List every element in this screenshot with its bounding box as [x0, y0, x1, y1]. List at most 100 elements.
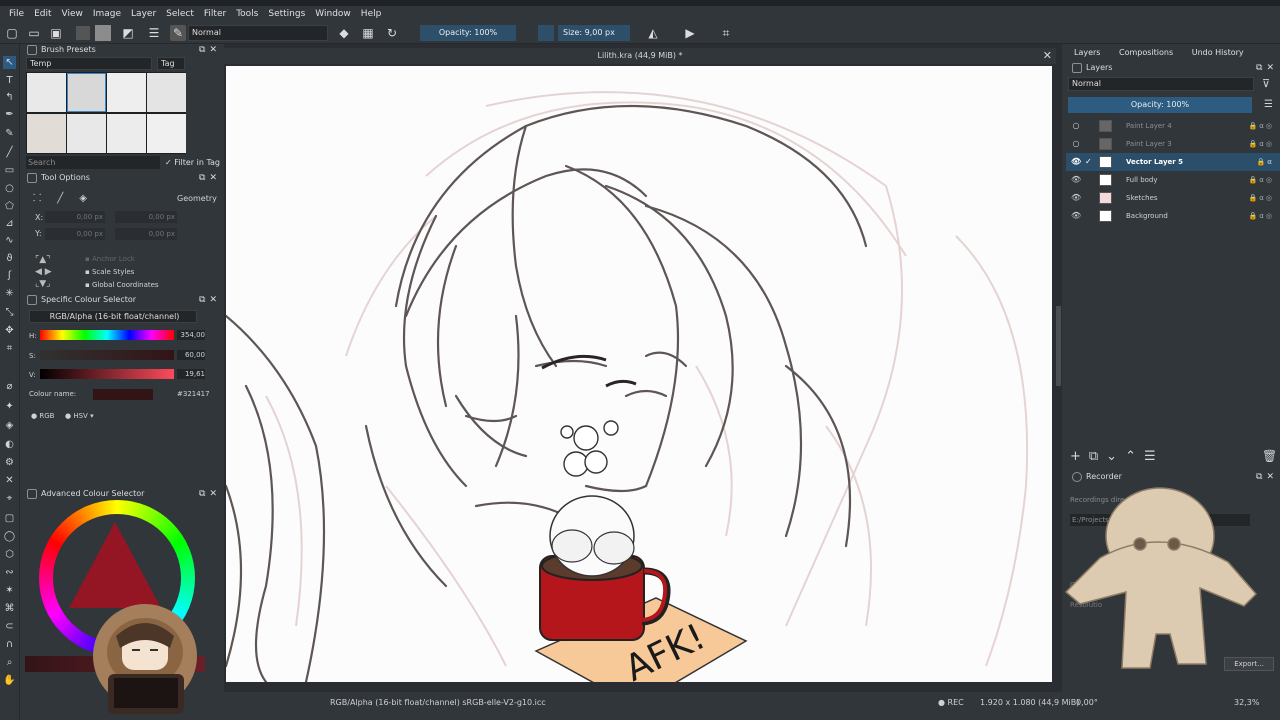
brush-preset-ink[interactable] [27, 114, 66, 153]
crop-icon[interactable]: ⌗ [718, 25, 734, 41]
value-slider[interactable] [40, 369, 174, 379]
dynamic-brush-tool-icon[interactable]: ʃ [3, 269, 16, 282]
tab-layers[interactable]: Layers [1074, 48, 1100, 57]
contiguous-select-icon[interactable]: ✶ [3, 584, 16, 597]
dock-float-close-icon[interactable]: ⧉✕ [199, 44, 221, 56]
brush-preset-airbrush[interactable] [67, 73, 106, 112]
layer-row[interactable]: 👁 Background 🔒α◎ [1066, 207, 1280, 225]
ellipse-tool-icon[interactable]: ○ [3, 182, 16, 195]
bezier-tool-icon[interactable]: ∿ [3, 234, 16, 247]
gradient-tool-icon[interactable]: ◐ [3, 438, 16, 451]
layer-row-selected[interactable]: 👁 ✓ Vector Layer 5 🔒α [1066, 153, 1280, 171]
size-slider[interactable]: Size: 9,00 px [558, 25, 630, 41]
close-document-icon[interactable]: ✕ [1043, 48, 1052, 64]
brush-tool-icon[interactable]: ✎ [3, 127, 16, 140]
crop-tool-icon[interactable]: ⌗ [3, 342, 16, 355]
layer-lock-alpha-icons[interactable]: 🔒α [1256, 153, 1274, 171]
text-tool-icon[interactable]: T [3, 74, 16, 87]
global-coords-checkbox[interactable]: ▪ Global Coordinates [85, 281, 159, 289]
open-folder-icon[interactable]: ▭ [26, 25, 42, 41]
magnetic-select-icon[interactable]: ∩ [3, 638, 16, 651]
x-field-2[interactable]: 0,00 px [115, 211, 177, 223]
reload-preset-icon[interactable]: ↻ [384, 25, 400, 41]
layer-menu-icon[interactable]: ☰ [1264, 99, 1273, 110]
anchor-lock-checkbox[interactable]: ▪ Anchor Lock [85, 255, 135, 263]
layer-blend-select[interactable]: Normal [1068, 77, 1254, 91]
menu-help[interactable]: Help [356, 9, 387, 19]
fg-bg-colour-icon[interactable]: ◩ [120, 25, 136, 41]
new-document-icon[interactable]: ▢ [4, 25, 20, 41]
move-tool-icon[interactable]: ✥ [3, 324, 16, 337]
polygon-tool-icon[interactable]: ⬠ [3, 200, 16, 213]
status-rotation[interactable]: 0,00° [1076, 698, 1098, 707]
freehand-path-tool-icon[interactable]: ϑ [3, 252, 16, 265]
select-shapes-tool-icon[interactable]: ↖ [3, 56, 16, 69]
freehand-select-icon[interactable]: ∾ [3, 566, 16, 579]
y-field-1[interactable]: 0,00 px [45, 228, 105, 240]
delete-layer-icon[interactable]: 🗑 [1262, 449, 1277, 463]
layer-lock-alpha-icons[interactable]: 🔒α◎ [1249, 207, 1274, 225]
transform-tool-icon[interactable]: ⤡ [3, 306, 16, 319]
menu-image[interactable]: Image [88, 9, 126, 19]
anchor-grid[interactable]: ⌜▲⌝ ◀ ▶ ⌞▼⌟ [35, 254, 71, 290]
menu-settings[interactable]: Settings [263, 9, 310, 19]
layer-actions-toolbar[interactable]: +⧉⌄⌃☰ [1070, 449, 1164, 464]
smart-patch-icon[interactable]: ✦ [3, 400, 16, 413]
visibility-eye-icon[interactable]: 👁 [1071, 207, 1081, 225]
layer-row[interactable]: 👁 Full body 🔒α◎ [1066, 171, 1280, 189]
mirror-horizontal-icon[interactable]: ◭ [645, 25, 661, 41]
layer-lock-alpha-icons[interactable]: 🔒α◎ [1249, 189, 1274, 207]
tool-option-mode-icons[interactable]: ⸬╱◈ [33, 190, 103, 204]
brush-preset-soft[interactable] [147, 114, 186, 153]
hsv-radio[interactable]: ● HSV ▾ [65, 412, 94, 420]
calligraphy-tool-icon[interactable]: ✒ [3, 108, 16, 121]
brush-preset-brushpen[interactable] [107, 114, 146, 153]
menu-select[interactable]: Select [161, 9, 199, 19]
layer-lock-alpha-icons[interactable]: 🔒α◎ [1249, 135, 1274, 153]
reference-tool-icon[interactable]: ⌖ [3, 492, 16, 505]
preserve-alpha-icon[interactable]: ▦ [360, 25, 376, 41]
mirror-vertical-icon[interactable]: ▶ [682, 25, 698, 41]
layer-row[interactable]: ○ Paint Layer 4 🔒α◎ [1066, 117, 1280, 135]
v-value[interactable]: 19,61 [177, 369, 205, 379]
zoom-tool-icon[interactable]: ⌕ [3, 656, 16, 669]
brush-preset-pencil[interactable] [107, 73, 146, 112]
colour-hex[interactable]: #321417 [177, 390, 210, 398]
tab-compositions[interactable]: Compositions [1119, 48, 1173, 57]
layer-row[interactable]: ○ Paint Layer 3 🔒α◎ [1066, 135, 1280, 153]
brush-search-input[interactable]: Search [26, 156, 160, 169]
blend-mode-select[interactable]: Normal [188, 25, 328, 41]
h-value[interactable]: 354,00 [177, 330, 205, 340]
visibility-eye-icon[interactable]: 👁 [1071, 153, 1081, 171]
bezier-select-icon[interactable]: ⊂ [3, 620, 16, 633]
edit-shapes-tool-icon[interactable]: ↰ [3, 91, 16, 104]
gradient-swatch-icon[interactable] [95, 25, 111, 41]
assistant-tool-icon[interactable]: ⚙ [3, 456, 16, 469]
opacity-slider[interactable]: Opacity: 100% [420, 25, 516, 41]
edit-brush-icon[interactable]: ☰ [146, 25, 162, 41]
layer-lock-alpha-icons[interactable]: 🔒α◎ [1249, 117, 1274, 135]
polyline-tool-icon[interactable]: ⊿ [3, 217, 16, 230]
brush-preset-icon[interactable]: ✎ [170, 25, 186, 41]
measure-tool-icon[interactable]: ✕ [3, 474, 16, 487]
document-tab[interactable]: Lilith.kra (44,9 MiB) * ✕ [224, 48, 1056, 64]
rect-select-icon[interactable]: ▢ [3, 512, 16, 525]
ellipse-select-icon[interactable]: ◯ [3, 530, 16, 543]
x-field-1[interactable]: 0,00 px [45, 211, 105, 223]
brush-tag-select[interactable]: Temp [26, 57, 152, 70]
rectangle-tool-icon[interactable]: ▭ [3, 164, 16, 177]
layer-row[interactable]: 👁 Sketches 🔒α◎ [1066, 189, 1280, 207]
status-zoom[interactable]: 32,3% [1234, 698, 1259, 707]
tag-button[interactable]: Tag [157, 57, 185, 70]
dock-float-close-icon[interactable]: ⧉✕ [199, 488, 221, 500]
save-icon[interactable]: ▣ [48, 25, 64, 41]
filter-in-tag-checkbox[interactable]: ✓ Filter in Tag [165, 156, 220, 169]
brush-preset-fineliner[interactable] [67, 114, 106, 153]
dock-float-close-icon[interactable]: ⧉✕ [199, 294, 221, 306]
menu-view[interactable]: View [57, 9, 88, 19]
similar-select-icon[interactable]: ⌘ [3, 602, 16, 615]
visibility-eye-icon[interactable]: 👁 [1071, 189, 1081, 207]
dock-float-close-icon[interactable]: ⧉✕ [1256, 471, 1278, 483]
brush-preset-marker[interactable] [147, 73, 186, 112]
pattern-swatch-icon[interactable] [76, 26, 90, 40]
